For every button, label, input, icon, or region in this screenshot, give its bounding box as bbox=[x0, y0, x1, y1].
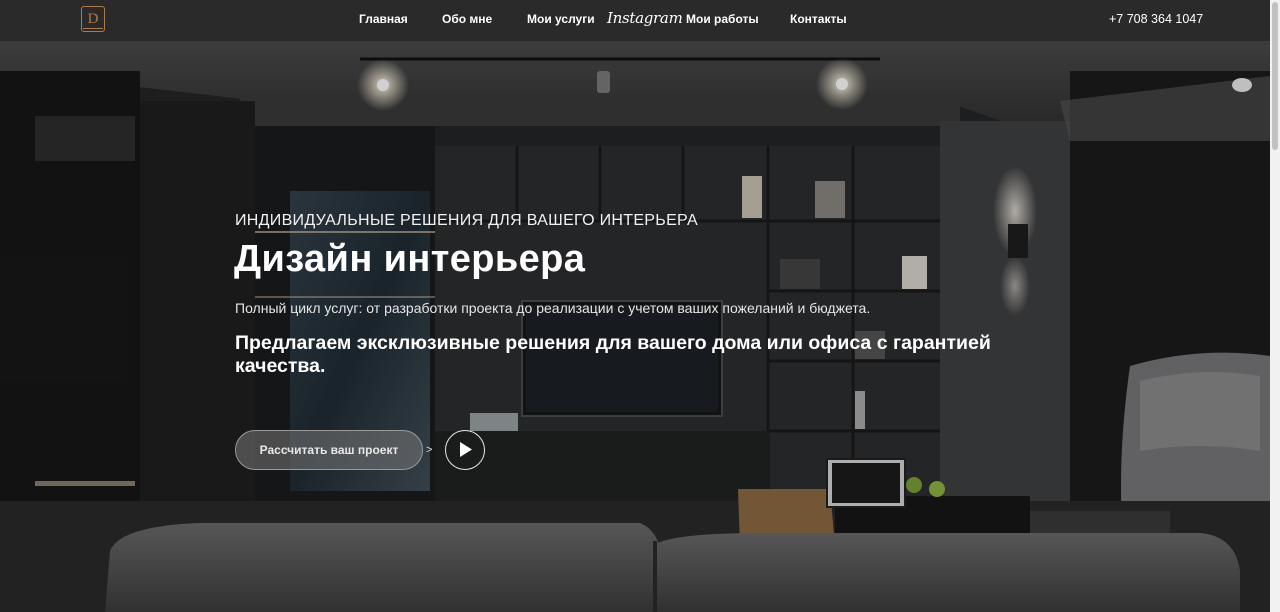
site-header: D Главная Обо мне Мои услуги Instagram М… bbox=[0, 0, 1270, 41]
hero-description: Полный цикл услуг: от разработки проекта… bbox=[235, 300, 871, 316]
scrollbar-thumb[interactable] bbox=[1272, 2, 1278, 150]
hero-eyebrow: ИНДИВИДУАЛЬНЫЕ РЕШЕНИЯ ДЛЯ ВАШЕГО ИНТЕРЬ… bbox=[235, 212, 698, 229]
hero-section bbox=[0, 41, 1270, 612]
hero-pitch: Предлагаем эксклюзивные решения для ваше… bbox=[235, 332, 991, 377]
phone-number[interactable]: +7 708 364 1047 bbox=[1109, 12, 1203, 26]
nav-link-works[interactable]: Мои работы bbox=[686, 12, 759, 26]
hero-overlay bbox=[0, 41, 1270, 612]
play-video-button[interactable] bbox=[445, 430, 485, 470]
page-scrollbar[interactable] bbox=[1270, 0, 1280, 612]
nav-link-contacts[interactable]: Контакты bbox=[790, 12, 847, 26]
nav-link-home[interactable]: Главная bbox=[359, 12, 408, 26]
play-icon bbox=[460, 442, 472, 457]
calculate-project-button[interactable]: Рассчитать ваш проект bbox=[235, 430, 423, 470]
nav-link-about[interactable]: Обо мне bbox=[442, 12, 492, 26]
instagram-link[interactable]: Instagram bbox=[607, 9, 683, 27]
hero-title: Дизайн интерьера bbox=[234, 238, 586, 280]
arrow-icon: > bbox=[426, 444, 433, 456]
nav-link-services[interactable]: Мои услуги bbox=[527, 12, 595, 26]
logo-icon[interactable]: D bbox=[81, 6, 105, 32]
